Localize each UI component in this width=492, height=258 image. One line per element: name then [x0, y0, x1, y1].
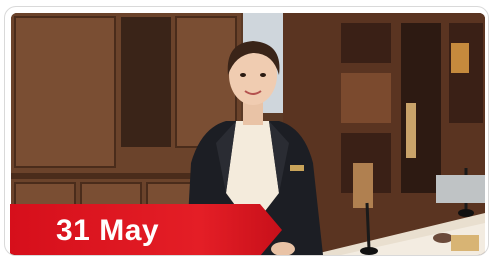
- date-label: 31 May: [56, 214, 160, 247]
- date-banner: 31 May: [10, 204, 282, 255]
- news-card[interactable]: 31 May: [4, 6, 489, 256]
